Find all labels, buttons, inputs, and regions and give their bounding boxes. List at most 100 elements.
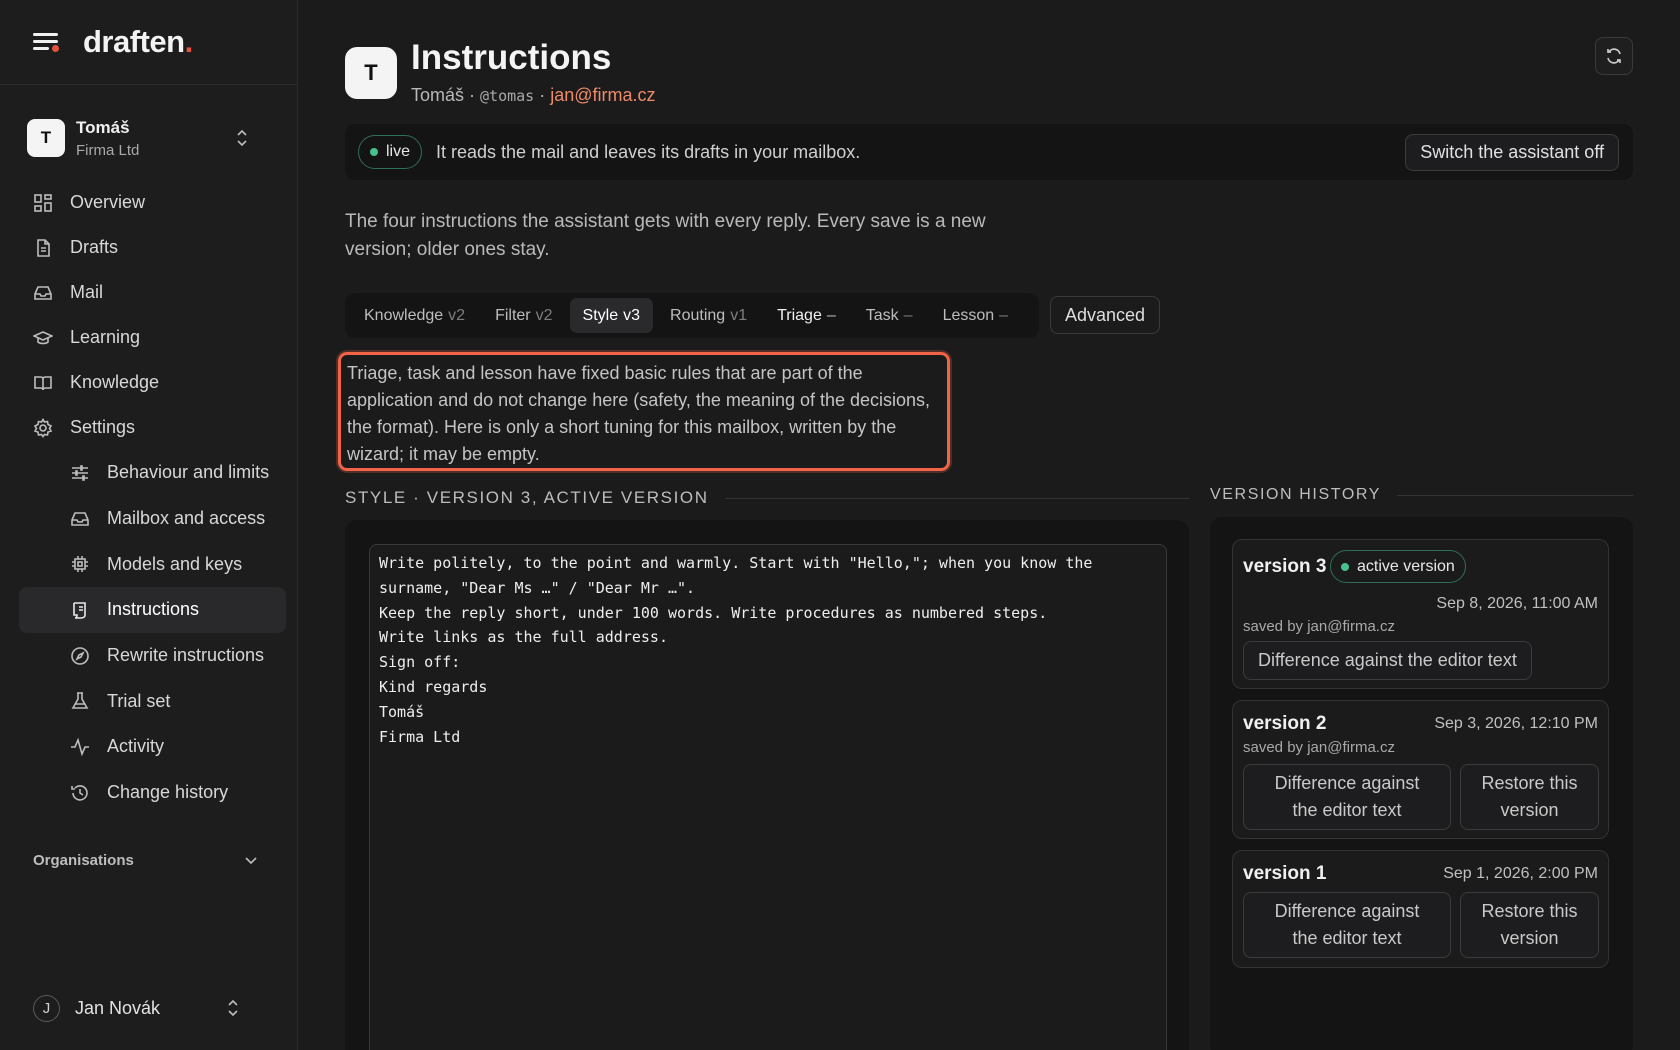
- menu-icon[interactable]: [33, 31, 59, 53]
- version-title: version 1: [1243, 863, 1327, 884]
- sidebar-item-label: Mailbox and access: [107, 508, 266, 529]
- brand-row: draften.: [0, 0, 297, 85]
- editor-panel: Write politely, to the point and warmly.…: [345, 520, 1189, 1050]
- sidebar-item-settings[interactable]: Settings: [19, 405, 286, 450]
- sidebar-item-trial-set[interactable]: Trial set: [19, 678, 286, 724]
- compass-icon: [70, 646, 90, 666]
- version-title: version 2: [1243, 713, 1327, 734]
- owner-handle: @tomas: [480, 87, 535, 105]
- owner-email-link[interactable]: jan@firma.cz: [550, 85, 655, 105]
- instruction-editor[interactable]: Write politely, to the point and warmly.…: [369, 544, 1167, 1050]
- account-org: Firma Ltd: [76, 141, 140, 159]
- tab-routing[interactable]: Routing v1: [657, 298, 760, 333]
- diff-button[interactable]: Difference against the editor text: [1243, 764, 1451, 830]
- tab-filter[interactable]: Filter v2: [482, 298, 565, 333]
- restore-version-button[interactable]: Restore this version: [1460, 892, 1599, 958]
- version-history-title: VERSION HISTORY: [1210, 486, 1633, 504]
- tab-style[interactable]: Style v3: [569, 298, 654, 333]
- version-saved-by: saved by jan@firma.cz: [1243, 739, 1395, 756]
- highlighted-note: Triage, task and lesson have fixed basic…: [338, 352, 950, 471]
- sidebar-item-label: Rewrite instructions: [107, 645, 265, 666]
- version-card: version 2 Sep 3, 2026, 12:10 PM saved by…: [1232, 700, 1609, 839]
- advanced-button[interactable]: Advanced: [1050, 296, 1161, 334]
- version-title: version 3: [1243, 556, 1327, 577]
- sidebar-item-label: Overview: [70, 192, 146, 212]
- active-version-badge: active version: [1330, 550, 1466, 583]
- sidebar-item-change-history[interactable]: Change history: [19, 770, 286, 816]
- organisations-toggle[interactable]: Organisations: [33, 852, 267, 869]
- sidebar: draften. T Tomáš Firma Ltd Overview Draf…: [0, 0, 298, 1050]
- activity-pulse-icon: [70, 737, 90, 757]
- sidebar-item-models[interactable]: Models and keys: [19, 541, 286, 587]
- graduation-cap-icon: [33, 328, 53, 348]
- inbox-icon: [70, 509, 90, 529]
- active-dot-icon: [1341, 562, 1349, 571]
- sidebar-item-label: Learning: [70, 327, 141, 347]
- chevron-up-down-icon: [236, 128, 248, 148]
- version-date: Sep 1, 2026, 2:00 PM: [1443, 865, 1598, 882]
- restore-version-button[interactable]: Restore this version: [1460, 764, 1599, 830]
- sidebar-item-label: Knowledge: [70, 372, 160, 392]
- switch-assistant-off-button[interactable]: Switch the assistant off: [1405, 134, 1619, 171]
- version-date: Sep 3, 2026, 12:10 PM: [1434, 715, 1598, 732]
- refresh-icon: [1607, 48, 1621, 64]
- sidebar-item-label: Instructions: [107, 599, 200, 620]
- book-open-icon: [33, 373, 53, 393]
- owner-name: Tomáš: [411, 85, 465, 105]
- flask-icon: [70, 691, 90, 711]
- chevron-down-icon: [245, 852, 257, 869]
- history-icon: [70, 783, 90, 803]
- version-card: version 1 Sep 1, 2026, 2:00 PM Differenc…: [1232, 850, 1609, 968]
- user-avatar: J: [33, 994, 60, 1022]
- page-title: Instructions: [411, 38, 612, 77]
- document-icon: [33, 238, 53, 258]
- assistant-status-bar: live It reads the mail and leaves its dr…: [345, 124, 1633, 180]
- version-saved-by: saved by jan@firma.cz: [1243, 618, 1395, 635]
- tab-triage[interactable]: Triage –: [764, 298, 849, 333]
- sidebar-item-label: Change history: [107, 782, 229, 803]
- gear-icon: [33, 417, 53, 438]
- version-date: Sep 8, 2026, 11:00 AM: [1436, 595, 1598, 612]
- sidebar-item-mailbox[interactable]: Mailbox and access: [19, 496, 286, 542]
- brand-logo[interactable]: draften.: [83, 24, 193, 60]
- account-switcher[interactable]: T Tomáš Firma Ltd: [27, 110, 272, 166]
- sidebar-item-learning[interactable]: Learning: [19, 315, 286, 360]
- sidebar-item-label: Models and keys: [107, 553, 243, 574]
- sidebar-item-label: Behaviour and limits: [107, 462, 270, 483]
- sidebar-item-label: Settings: [70, 417, 136, 437]
- grid-icon: [33, 193, 53, 213]
- sidebar-item-overview[interactable]: Overview: [19, 180, 286, 225]
- status-text: It reads the mail and leaves its drafts …: [436, 141, 861, 162]
- instruction-tabs: Knowledge v2 Filter v2 Style v3 Routing v1 T…: [345, 293, 1039, 338]
- sidebar-item-behaviour[interactable]: Behaviour and limits: [19, 450, 286, 496]
- scroll-icon: [70, 600, 90, 620]
- sidebar-item-mail[interactable]: Mail: [19, 270, 286, 315]
- sidebar-item-label: Trial set: [107, 690, 171, 711]
- tab-knowledge[interactable]: Knowledge v2: [351, 298, 478, 333]
- sliders-icon: [70, 463, 90, 483]
- chip-icon: [70, 554, 90, 574]
- sidebar-item-instructions[interactable]: Instructions: [19, 587, 286, 633]
- sidebar-item-rewrite[interactable]: Rewrite instructions: [19, 633, 286, 679]
- sidebar-item-drafts[interactable]: Drafts: [19, 225, 286, 270]
- account-avatar: T: [27, 119, 65, 157]
- sidebar-item-knowledge[interactable]: Knowledge: [19, 360, 286, 405]
- account-name: Tomáš: [76, 117, 130, 137]
- chevron-up-down-icon: [227, 998, 239, 1018]
- sidebar-item-label: Activity: [107, 736, 165, 757]
- inbox-icon: [33, 283, 53, 303]
- version-history-panel: version 3 active version Sep 8, 2026, 11…: [1210, 517, 1633, 1050]
- page-subtitle: Tomáš · @tomas · jan@firma.cz: [411, 85, 656, 105]
- main-content: T Instructions Tomáš · @tomas · jan@firm…: [298, 0, 1680, 1050]
- sidebar-item-label: Mail: [70, 282, 104, 302]
- tab-lesson[interactable]: Lesson –: [930, 298, 1022, 333]
- user-menu[interactable]: J Jan Novák: [33, 992, 267, 1024]
- sidebar-nav: Overview Drafts Mail Learning Knowledge …: [19, 180, 286, 816]
- diff-button[interactable]: Difference against the editor text: [1243, 641, 1532, 680]
- version-card: version 3 active version Sep 8, 2026, 11…: [1232, 539, 1609, 689]
- diff-button[interactable]: Difference against the editor text: [1243, 892, 1451, 958]
- sidebar-item-activity[interactable]: Activity: [19, 724, 286, 770]
- refresh-button[interactable]: [1595, 37, 1633, 75]
- status-badge: live: [358, 135, 423, 169]
- tab-task[interactable]: Task –: [853, 298, 926, 333]
